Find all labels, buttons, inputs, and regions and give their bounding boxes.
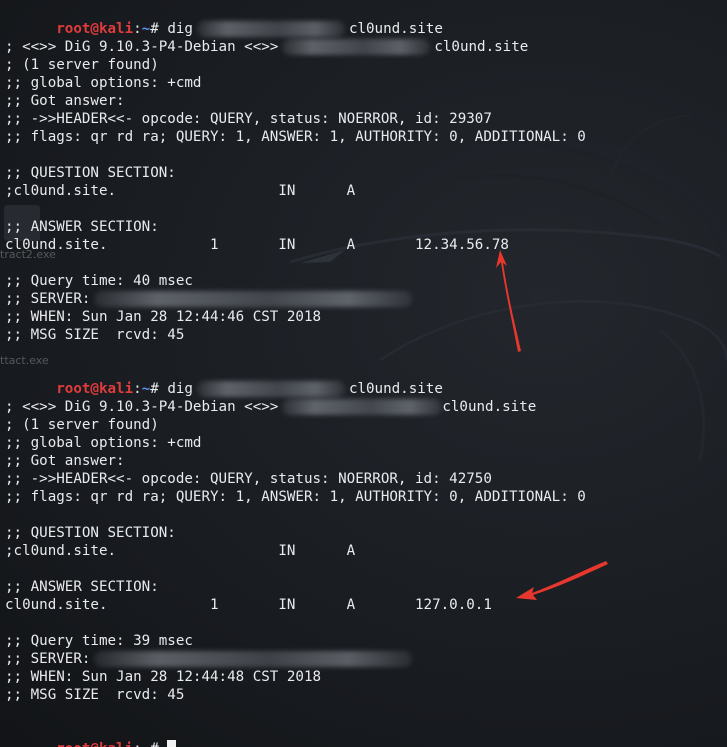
question-section-title: ;; QUESTION SECTION: xyxy=(5,165,176,181)
banner-domain: cl0und.site xyxy=(442,399,537,415)
question-row: ;cl0und.site. IN A xyxy=(5,543,356,559)
redacted-blur xyxy=(282,39,431,55)
server-line: ;; SERVER: xyxy=(5,650,727,668)
question-section-title: ;; QUESTION SECTION: xyxy=(5,525,176,541)
answer-section-title: ;; ANSWER SECTION: xyxy=(5,219,159,235)
server-found-line: ; (1 server found) xyxy=(5,57,159,73)
msg-size-line: ;; MSG SIZE rcvd: 45 xyxy=(5,687,185,703)
got-answer-line: ;; Got answer: xyxy=(5,453,125,469)
banner-prefix: ; <<>> DiG 9.10.3-P4-Debian <<>> xyxy=(5,39,279,55)
dig-banner: ; <<>> DiG 9.10.3-P4-Debian <<>> cl0und.s… xyxy=(5,38,727,56)
banner-prefix: ; <<>> DiG 9.10.3-P4-Debian <<>> xyxy=(5,399,279,415)
banner-domain: cl0und.site xyxy=(434,39,529,55)
redacted-blur xyxy=(282,399,443,415)
server-found-line: ; (1 server found) xyxy=(5,417,159,433)
terminal-output: root@kali:~# dig cl0und.site ; <<>> DiG 9… xyxy=(5,2,727,747)
server-line: ;; SERVER: xyxy=(5,290,727,308)
prompt-path: ~ xyxy=(142,741,151,747)
msg-size-line: ;; MSG SIZE rcvd: 45 xyxy=(5,327,185,343)
server-label: ;; SERVER: xyxy=(5,651,91,667)
redacted-blur xyxy=(94,291,413,307)
query-time-line: ;; Query time: 40 msec xyxy=(5,273,193,289)
when-line: ;; WHEN: Sun Jan 28 12:44:46 CST 2018 xyxy=(5,309,322,325)
block-cursor-icon[interactable] xyxy=(167,740,177,747)
redacted-blur xyxy=(94,651,413,667)
terminal-window[interactable]: tract2.exe ttact.exe root@kali:~# dig cl0… xyxy=(0,0,727,747)
answer-section-title: ;; ANSWER SECTION: xyxy=(5,579,159,595)
command-line: root@kali:~# dig cl0und.site xyxy=(5,2,727,37)
command-line: root@kali:~# dig cl0und.site xyxy=(5,362,727,397)
header-line: ;; ->>HEADER<<- opcode: QUERY, status: N… xyxy=(5,471,492,487)
server-label: ;; SERVER: xyxy=(5,291,91,307)
global-options-line: ;; global options: +cmd xyxy=(5,435,202,451)
header-line: ;; ->>HEADER<<- opcode: QUERY, status: N… xyxy=(5,111,492,127)
global-options-line: ;; global options: +cmd xyxy=(5,75,202,91)
answer-row: cl0und.site. 1 IN A 127.0.0.1 xyxy=(5,597,492,613)
dig-banner: ; <<>> DiG 9.10.3-P4-Debian <<>> cl0und.s… xyxy=(5,398,727,416)
when-line: ;; WHEN: Sun Jan 28 12:44:48 CST 2018 xyxy=(5,669,322,685)
got-answer-line: ;; Got answer: xyxy=(5,93,125,109)
answer-row: cl0und.site. 1 IN A 12.34.56.78 xyxy=(5,237,509,253)
active-prompt-line[interactable]: root@kali:~# xyxy=(5,722,727,747)
prompt-symbol: # xyxy=(150,741,167,747)
flags-line: ;; flags: qr rd ra; QUERY: 1, ANSWER: 1,… xyxy=(5,489,586,505)
flags-line: ;; flags: qr rd ra; QUERY: 1, ANSWER: 1,… xyxy=(5,129,586,145)
prompt-separator: : xyxy=(133,741,142,747)
query-time-line: ;; Query time: 39 msec xyxy=(5,633,193,649)
question-row: ;cl0und.site. IN A xyxy=(5,183,356,199)
prompt-user-host: root@kali xyxy=(56,741,133,747)
